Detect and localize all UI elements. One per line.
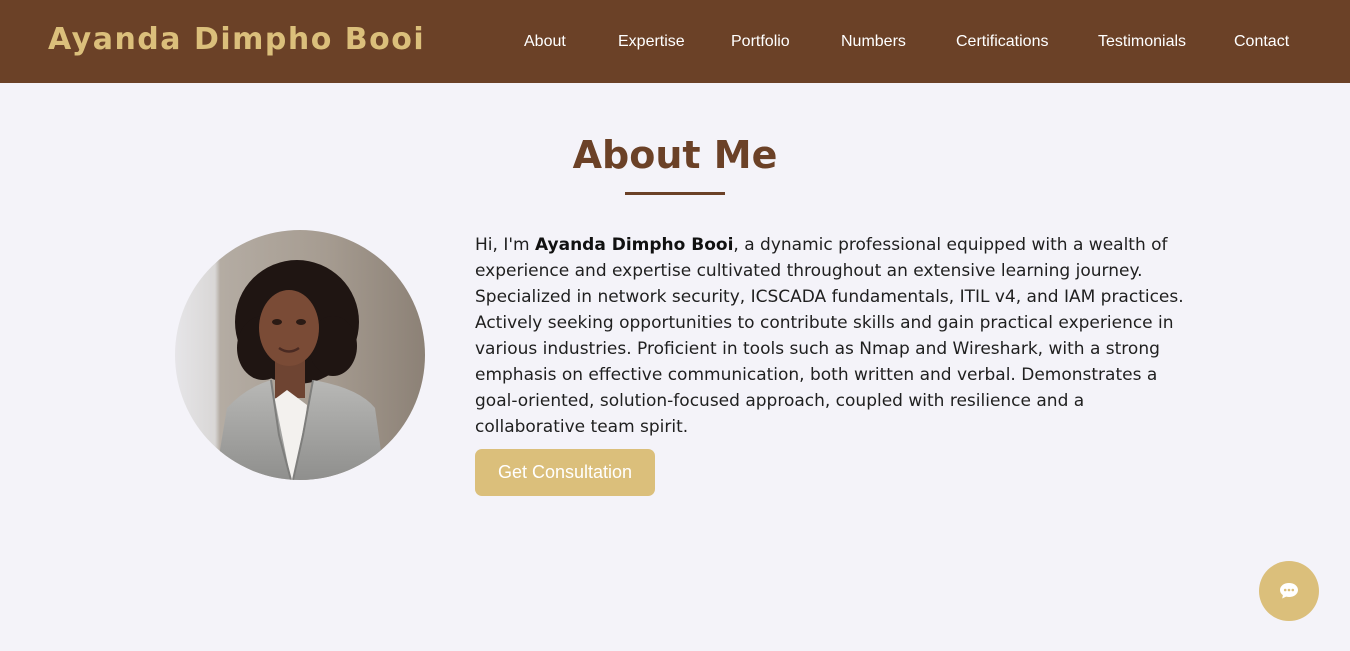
brand-name[interactable]: Ayanda Dimpho Booi — [48, 22, 425, 57]
profile-photo — [175, 230, 425, 480]
bio-name: Ayanda Dimpho Booi — [534, 235, 734, 255]
nav-link-portfolio[interactable]: Portfolio — [731, 33, 790, 51]
nav-link-numbers[interactable]: Numbers — [841, 33, 906, 51]
bio-description: , a dynamic professional equipped with a… — [475, 235, 1184, 437]
nav-link-expertise[interactable]: Expertise — [618, 33, 685, 51]
chat-button[interactable] — [1259, 561, 1319, 621]
nav-link-testimonials[interactable]: Testimonials — [1098, 33, 1186, 51]
nav-link-certifications[interactable]: Certifications — [956, 33, 1048, 51]
title-underline — [625, 192, 725, 195]
top-navbar: Ayanda Dimpho Booi About Expertise Portf… — [0, 0, 1350, 83]
bio-intro: Hi, I'm — [475, 235, 535, 255]
get-consultation-button[interactable]: Get Consultation — [475, 449, 655, 496]
nav-link-about[interactable]: About — [524, 33, 566, 51]
nav-link-contact[interactable]: Contact — [1234, 33, 1289, 51]
about-bio: Hi, I'm Ayanda Dimpho Booi, a dynamic pr… — [475, 232, 1195, 440]
chat-bubble-icon — [1280, 583, 1298, 599]
section-title: About Me — [572, 133, 778, 177]
